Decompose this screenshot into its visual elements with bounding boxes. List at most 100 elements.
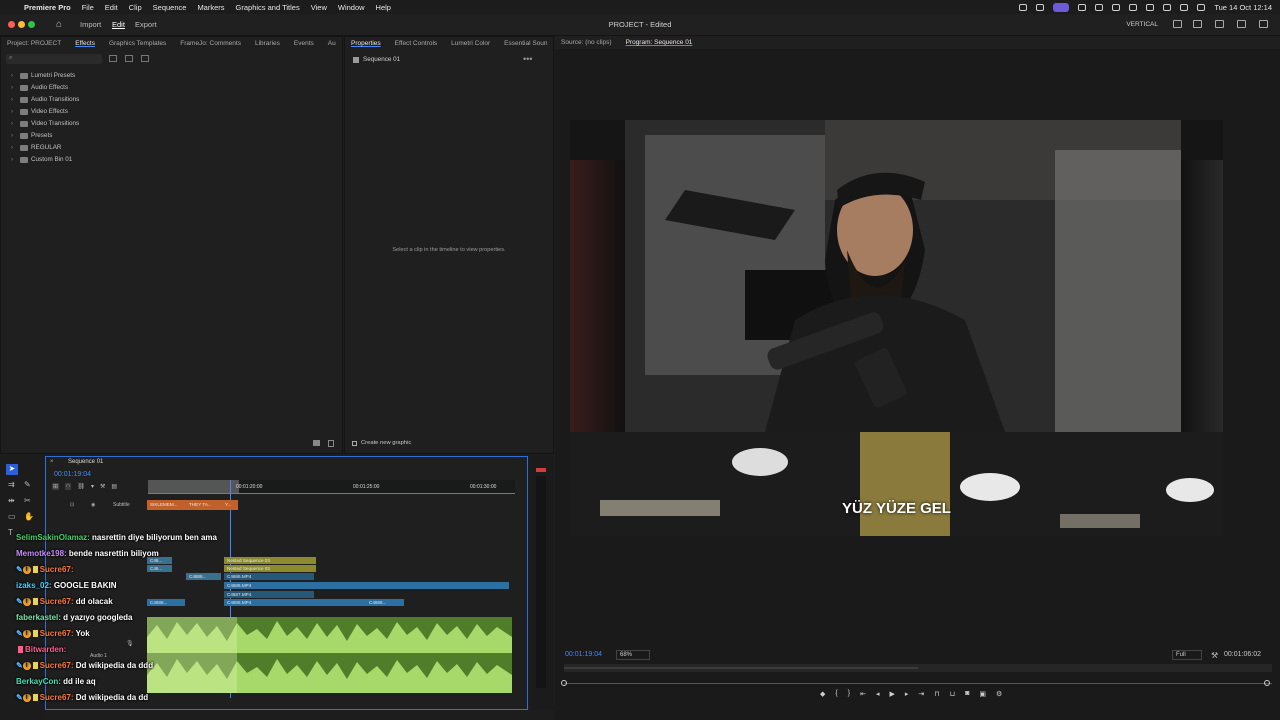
- video-clip[interactable]: C46...: [147, 565, 172, 572]
- text-tool-icon[interactable]: T: [8, 528, 13, 537]
- monitor-scrubber[interactable]: [564, 683, 1272, 684]
- accelerated-effects-icon[interactable]: [109, 55, 117, 62]
- bluetooth-icon[interactable]: [1129, 3, 1138, 11]
- mic-icon[interactable]: 🎙: [126, 640, 134, 647]
- out-handle[interactable]: [1264, 680, 1270, 686]
- tree-item-video-transitions[interactable]: › Video Transitions: [11, 120, 79, 127]
- layout-icon[interactable]: [1173, 20, 1182, 28]
- menu-help[interactable]: Help: [376, 3, 391, 12]
- mark-in-icon[interactable]: {: [835, 690, 837, 698]
- nested-sequence-clip[interactable]: Nested Sequence 03: [224, 565, 316, 572]
- subtitle-clip[interactable]: THEY TA...: [186, 500, 222, 510]
- wifi-icon[interactable]: [1163, 3, 1172, 11]
- tree-item-video-effects[interactable]: › Video Effects: [11, 108, 68, 115]
- zoom-select[interactable]: 68%: [616, 650, 650, 660]
- track-select-tool-icon[interactable]: ⇉: [8, 480, 15, 489]
- settings-icon[interactable]: ⚙: [996, 690, 1002, 698]
- lock-icon[interactable]: ⊡: [70, 502, 74, 508]
- menu-markers[interactable]: Markers: [197, 3, 224, 12]
- status-icon[interactable]: [1036, 3, 1045, 11]
- step-back-icon[interactable]: ◂: [876, 690, 880, 698]
- subtitle-clip[interactable]: SIKLEMEM...: [147, 500, 186, 510]
- status-icon[interactable]: [1019, 3, 1028, 11]
- wrench-icon[interactable]: ⚒: [100, 483, 105, 490]
- insert-sequence-icon[interactable]: ⊞: [52, 483, 60, 490]
- selection-tool-icon[interactable]: ➤: [6, 464, 18, 475]
- tree-item-audio-effects[interactable]: › Audio Effects: [11, 84, 68, 91]
- yuv-effects-icon[interactable]: [141, 55, 149, 62]
- video-clip[interactable]: C4686...: [366, 599, 404, 606]
- marker-icon[interactable]: ◆: [820, 690, 825, 698]
- new-bin-icon[interactable]: [313, 440, 320, 446]
- pen-tool-icon[interactable]: ✎: [24, 480, 31, 489]
- linked-icon[interactable]: ⛓: [77, 483, 85, 490]
- menu-graphics[interactable]: Graphics and Titles: [236, 3, 300, 12]
- tree-item-lumetri-presets[interactable]: › Lumetri Presets: [11, 72, 75, 79]
- time-ruler[interactable]: 00:01:20:00 00:01:25:00 00:01:30:00: [148, 480, 515, 494]
- tab-effect-controls[interactable]: Effect Controls: [395, 40, 438, 47]
- quick-search-icon[interactable]: [1237, 20, 1246, 28]
- camera-icon[interactable]: ◙: [965, 690, 969, 698]
- tree-item-audio-transitions[interactable]: › Audio Transitions: [11, 96, 79, 103]
- menu-file[interactable]: File: [82, 3, 94, 12]
- trash-icon[interactable]: [328, 440, 334, 447]
- video-clip[interactable]: C46...: [147, 557, 172, 564]
- more-options-icon[interactable]: •••: [523, 54, 532, 64]
- tab-libraries[interactable]: Libraries: [255, 40, 280, 47]
- hand-tool-icon[interactable]: ✋: [24, 512, 34, 521]
- video-clip[interactable]: C4686...: [147, 599, 185, 606]
- tab-sequence[interactable]: Sequence 01: [68, 459, 103, 465]
- tab-properties[interactable]: Properties: [351, 40, 381, 47]
- program-timecode[interactable]: 00:01:19:04: [565, 651, 602, 658]
- video-clip[interactable]: C4686.MP4: [224, 573, 314, 580]
- play-icon[interactable]: ▶: [889, 690, 894, 698]
- in-handle[interactable]: [561, 680, 567, 686]
- control-center-icon[interactable]: [1197, 3, 1206, 11]
- timeline-timecode[interactable]: 00:01:19:04: [54, 471, 91, 478]
- menu-sequence[interactable]: Sequence: [153, 3, 187, 12]
- tab-source[interactable]: Source: (no clips): [561, 39, 612, 46]
- status-icon[interactable]: [1095, 3, 1104, 11]
- captions-icon[interactable]: ▤: [111, 483, 117, 490]
- tree-item-custom-bin[interactable]: › Custom Bin 01: [11, 156, 72, 163]
- go-to-in-icon[interactable]: ⇤: [860, 690, 866, 698]
- razor-tool-icon[interactable]: ✂: [24, 496, 31, 505]
- menu-view[interactable]: View: [311, 3, 327, 12]
- tab-framejo[interactable]: FrameJo: Comments: [180, 40, 241, 47]
- snap-icon[interactable]: ∩: [65, 483, 72, 490]
- tab-audio[interactable]: Au: [328, 40, 336, 47]
- lift-icon[interactable]: ⊓: [934, 690, 939, 698]
- status-icon[interactable]: [1112, 3, 1121, 11]
- create-graphic-button[interactable]: Create new graphic: [352, 440, 411, 446]
- menu-app-name[interactable]: Premiere Pro: [24, 3, 71, 12]
- menu-window[interactable]: Window: [338, 3, 365, 12]
- menu-edit[interactable]: Edit: [105, 3, 118, 12]
- go-to-out-icon[interactable]: ⇥: [918, 690, 924, 698]
- extract-icon[interactable]: ⊔: [950, 690, 955, 698]
- step-forward-icon[interactable]: ▸: [905, 690, 909, 698]
- workspace-label[interactable]: VERTICAL: [1126, 21, 1158, 28]
- nested-sequence-clip[interactable]: Nested Sequence 03: [224, 557, 316, 564]
- wrench-icon[interactable]: ⚒: [1211, 651, 1218, 660]
- eye-icon[interactable]: ◉: [91, 502, 95, 508]
- search-icon[interactable]: [1180, 3, 1189, 11]
- 32bit-effects-icon[interactable]: [125, 55, 133, 62]
- fullscreen-icon[interactable]: [1259, 20, 1268, 28]
- tab-graphics-templates[interactable]: Graphics Templates: [109, 40, 166, 47]
- marker-icon[interactable]: ▾: [91, 483, 94, 490]
- quality-select[interactable]: Full: [1172, 650, 1202, 660]
- tab-project[interactable]: Project: PROJECT: [7, 40, 61, 47]
- monitor-zoom-bar[interactable]: [564, 664, 1272, 672]
- tree-item-regular[interactable]: › REGULAR: [11, 144, 61, 151]
- clock[interactable]: Tue 14 Oct 12:14: [1214, 3, 1272, 12]
- video-clip[interactable]: C4687.MP4: [224, 591, 314, 598]
- video-clip[interactable]: C4686...: [186, 573, 221, 580]
- share-icon[interactable]: [1193, 20, 1202, 28]
- mark-out-icon[interactable]: }: [848, 690, 850, 698]
- tab-lumetri-color[interactable]: Lumetri Color: [451, 40, 490, 47]
- subtitle-clip[interactable]: Y...: [222, 500, 238, 510]
- button-editor-icon[interactable]: ▣: [979, 690, 986, 698]
- close-tab-icon[interactable]: ×: [50, 459, 54, 465]
- status-icon[interactable]: [1078, 3, 1087, 11]
- tree-item-presets[interactable]: › Presets: [11, 132, 52, 139]
